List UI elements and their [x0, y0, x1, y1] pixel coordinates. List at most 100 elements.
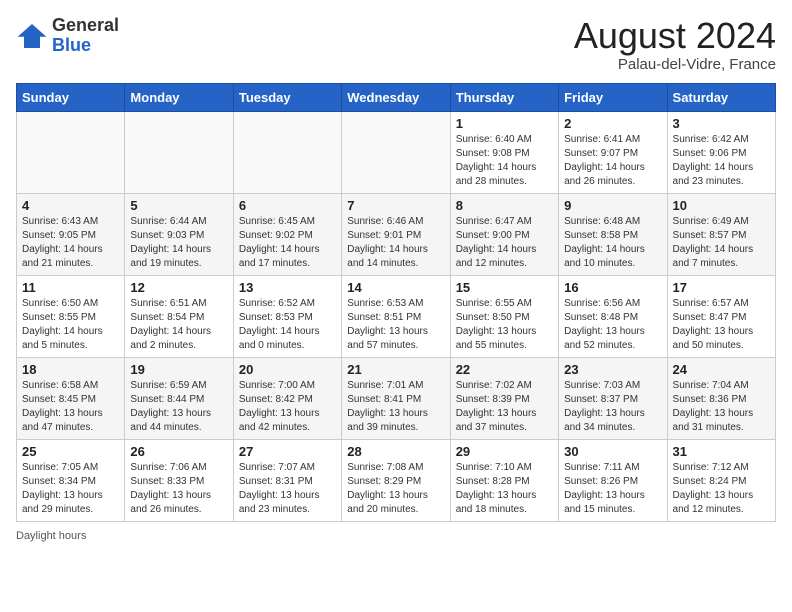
logo-general-text: General: [52, 16, 119, 36]
day-info-text: Sunrise: 7:06 AM Sunset: 8:33 PM Dayligh…: [130, 461, 227, 517]
day-number: 21: [347, 362, 444, 377]
calendar-day-cell: 8Sunrise: 6:47 AM Sunset: 9:00 PM Daylig…: [450, 193, 558, 275]
day-number: 16: [564, 280, 661, 295]
calendar-week-row: 18 Sunrise: 6:58 AM Sunset: 8:45 PM Dayli…: [17, 357, 776, 439]
day-info-text: Sunrise: 6:40 AM Sunset: 9:08 PM Dayligh…: [456, 133, 553, 189]
logo-icon: [16, 22, 48, 50]
day-info-text: Sunrise: 6:59 AM Sunset: 8:44 PM Dayligh…: [130, 379, 227, 435]
day-info-text: Sunrise: 7:01 AM Sunset: 8:41 PM Dayligh…: [347, 379, 444, 435]
calendar-day-cell: 26Sunrise: 7:06 AM Sunset: 8:33 PM Dayli…: [125, 439, 233, 521]
day-info-text: Sunrise: 7:11 AM Sunset: 8:26 PM Dayligh…: [564, 461, 661, 517]
day-info-text: Sunrise: 7:07 AM Sunset: 8:31 PM Dayligh…: [239, 461, 336, 517]
day-info-text: Sunrise: 7:00 AM Sunset: 8:42 PM Dayligh…: [239, 379, 336, 435]
day-number: 2: [564, 116, 661, 131]
day-number: 4: [22, 198, 119, 213]
day-number: 24: [673, 362, 770, 377]
calendar-day-cell: 22 Sunrise: 7:02 AM Sunset: 8:39 PM Dayli…: [450, 357, 558, 439]
day-info-text: Sunrise: 7:02 AM Sunset: 8:39 PM Dayligh…: [456, 379, 553, 435]
calendar-header: SundayMondayTuesdayWednesdayThursdayFrid…: [17, 83, 776, 111]
calendar-day-cell: 13 Sunrise: 6:52 AM Sunset: 8:53 PM Dayli…: [233, 275, 341, 357]
day-info-text: Sunrise: 7:05 AM Sunset: 8:34 PM Dayligh…: [22, 461, 119, 517]
day-info-text: Sunrise: 6:48 AM Sunset: 8:58 PM Dayligh…: [564, 215, 661, 271]
calendar-day-cell: 20 Sunrise: 7:00 AM Sunset: 8:42 PM Dayli…: [233, 357, 341, 439]
day-number: 10: [673, 198, 770, 213]
logo-text: General Blue: [52, 16, 119, 56]
calendar-day-cell: 27Sunrise: 7:07 AM Sunset: 8:31 PM Dayli…: [233, 439, 341, 521]
calendar-day-cell: 2 Sunrise: 6:41 AM Sunset: 9:07 PM Daylig…: [559, 111, 667, 193]
calendar-week-row: 1Sunrise: 6:40 AM Sunset: 9:08 PM Daylig…: [17, 111, 776, 193]
calendar-day-cell: 24 Sunrise: 7:04 AM Sunset: 8:36 PM Dayli…: [667, 357, 775, 439]
day-number: 30: [564, 444, 661, 459]
day-number: 20: [239, 362, 336, 377]
day-info-text: Sunrise: 6:41 AM Sunset: 9:07 PM Dayligh…: [564, 133, 661, 189]
calendar-day-cell: [17, 111, 125, 193]
calendar-week-row: 4 Sunrise: 6:43 AM Sunset: 9:05 PM Daylig…: [17, 193, 776, 275]
day-number: 3: [673, 116, 770, 131]
calendar-day-cell: 6Sunrise: 6:45 AM Sunset: 9:02 PM Daylig…: [233, 193, 341, 275]
calendar-day-cell: 15 Sunrise: 6:55 AM Sunset: 8:50 PM Dayli…: [450, 275, 558, 357]
calendar-day-cell: 4 Sunrise: 6:43 AM Sunset: 9:05 PM Daylig…: [17, 193, 125, 275]
day-info-text: Sunrise: 7:04 AM Sunset: 8:36 PM Dayligh…: [673, 379, 770, 435]
day-info-text: Sunrise: 6:53 AM Sunset: 8:51 PM Dayligh…: [347, 297, 444, 353]
calendar-day-cell: 21 Sunrise: 7:01 AM Sunset: 8:41 PM Dayli…: [342, 357, 450, 439]
day-number: 23: [564, 362, 661, 377]
day-number: 14: [347, 280, 444, 295]
weekday-header-cell: Tuesday: [233, 83, 341, 111]
logo-blue-text: Blue: [52, 36, 119, 56]
calendar-week-row: 11 Sunrise: 6:50 AM Sunset: 8:55 PM Dayli…: [17, 275, 776, 357]
day-number: 9: [564, 198, 661, 213]
day-number: 13: [239, 280, 336, 295]
day-number: 15: [456, 280, 553, 295]
day-info-text: Sunrise: 6:57 AM Sunset: 8:47 PM Dayligh…: [673, 297, 770, 353]
day-number: 25: [22, 444, 119, 459]
day-info-text: Sunrise: 6:51 AM Sunset: 8:54 PM Dayligh…: [130, 297, 227, 353]
day-number: 6: [239, 198, 336, 213]
day-number: 5: [130, 198, 227, 213]
day-info-text: Sunrise: 7:12 AM Sunset: 8:24 PM Dayligh…: [673, 461, 770, 517]
day-number: 18: [22, 362, 119, 377]
month-year-title: August 2024: [574, 16, 776, 56]
calendar-day-cell: 10Sunrise: 6:49 AM Sunset: 8:57 PM Dayli…: [667, 193, 775, 275]
day-info-text: Sunrise: 6:58 AM Sunset: 8:45 PM Dayligh…: [22, 379, 119, 435]
weekday-header-row: SundayMondayTuesdayWednesdayThursdayFrid…: [17, 83, 776, 111]
footer: Daylight hours: [16, 530, 776, 542]
calendar-day-cell: [342, 111, 450, 193]
logo: General Blue: [16, 16, 119, 56]
weekday-header-cell: Thursday: [450, 83, 558, 111]
weekday-header-cell: Sunday: [17, 83, 125, 111]
calendar-day-cell: 12Sunrise: 6:51 AM Sunset: 8:54 PM Dayli…: [125, 275, 233, 357]
day-number: 11: [22, 280, 119, 295]
day-info-text: Sunrise: 6:50 AM Sunset: 8:55 PM Dayligh…: [22, 297, 119, 353]
weekday-header-cell: Wednesday: [342, 83, 450, 111]
calendar-day-cell: [233, 111, 341, 193]
day-number: 29: [456, 444, 553, 459]
day-info-text: Sunrise: 6:47 AM Sunset: 9:00 PM Dayligh…: [456, 215, 553, 271]
title-area: August 2024 Palau-del-Vidre, France: [574, 16, 776, 73]
calendar-day-cell: 17 Sunrise: 6:57 AM Sunset: 8:47 PM Dayli…: [667, 275, 775, 357]
daylight-label: Daylight hours: [16, 530, 86, 542]
day-info-text: Sunrise: 6:52 AM Sunset: 8:53 PM Dayligh…: [239, 297, 336, 353]
day-number: 7: [347, 198, 444, 213]
calendar-day-cell: 1Sunrise: 6:40 AM Sunset: 9:08 PM Daylig…: [450, 111, 558, 193]
day-info-text: Sunrise: 6:46 AM Sunset: 9:01 PM Dayligh…: [347, 215, 444, 271]
calendar-day-cell: 9 Sunrise: 6:48 AM Sunset: 8:58 PM Daylig…: [559, 193, 667, 275]
day-number: 17: [673, 280, 770, 295]
calendar-day-cell: 31 Sunrise: 7:12 AM Sunset: 8:24 PM Dayli…: [667, 439, 775, 521]
day-info-text: Sunrise: 7:10 AM Sunset: 8:28 PM Dayligh…: [456, 461, 553, 517]
weekday-header-cell: Saturday: [667, 83, 775, 111]
day-info-text: Sunrise: 7:08 AM Sunset: 8:29 PM Dayligh…: [347, 461, 444, 517]
calendar-day-cell: [125, 111, 233, 193]
calendar-day-cell: 28Sunrise: 7:08 AM Sunset: 8:29 PM Dayli…: [342, 439, 450, 521]
day-info-text: Sunrise: 6:55 AM Sunset: 8:50 PM Dayligh…: [456, 297, 553, 353]
day-info-text: Sunrise: 6:42 AM Sunset: 9:06 PM Dayligh…: [673, 133, 770, 189]
day-number: 19: [130, 362, 227, 377]
day-info-text: Sunrise: 6:43 AM Sunset: 9:05 PM Dayligh…: [22, 215, 119, 271]
day-number: 22: [456, 362, 553, 377]
day-number: 31: [673, 444, 770, 459]
calendar-day-cell: 5Sunrise: 6:44 AM Sunset: 9:03 PM Daylig…: [125, 193, 233, 275]
calendar-day-cell: 3 Sunrise: 6:42 AM Sunset: 9:06 PM Daylig…: [667, 111, 775, 193]
calendar-body: 1Sunrise: 6:40 AM Sunset: 9:08 PM Daylig…: [17, 111, 776, 521]
day-info-text: Sunrise: 7:03 AM Sunset: 8:37 PM Dayligh…: [564, 379, 661, 435]
location-subtitle: Palau-del-Vidre, France: [574, 56, 776, 73]
calendar-day-cell: 16Sunrise: 6:56 AM Sunset: 8:48 PM Dayli…: [559, 275, 667, 357]
